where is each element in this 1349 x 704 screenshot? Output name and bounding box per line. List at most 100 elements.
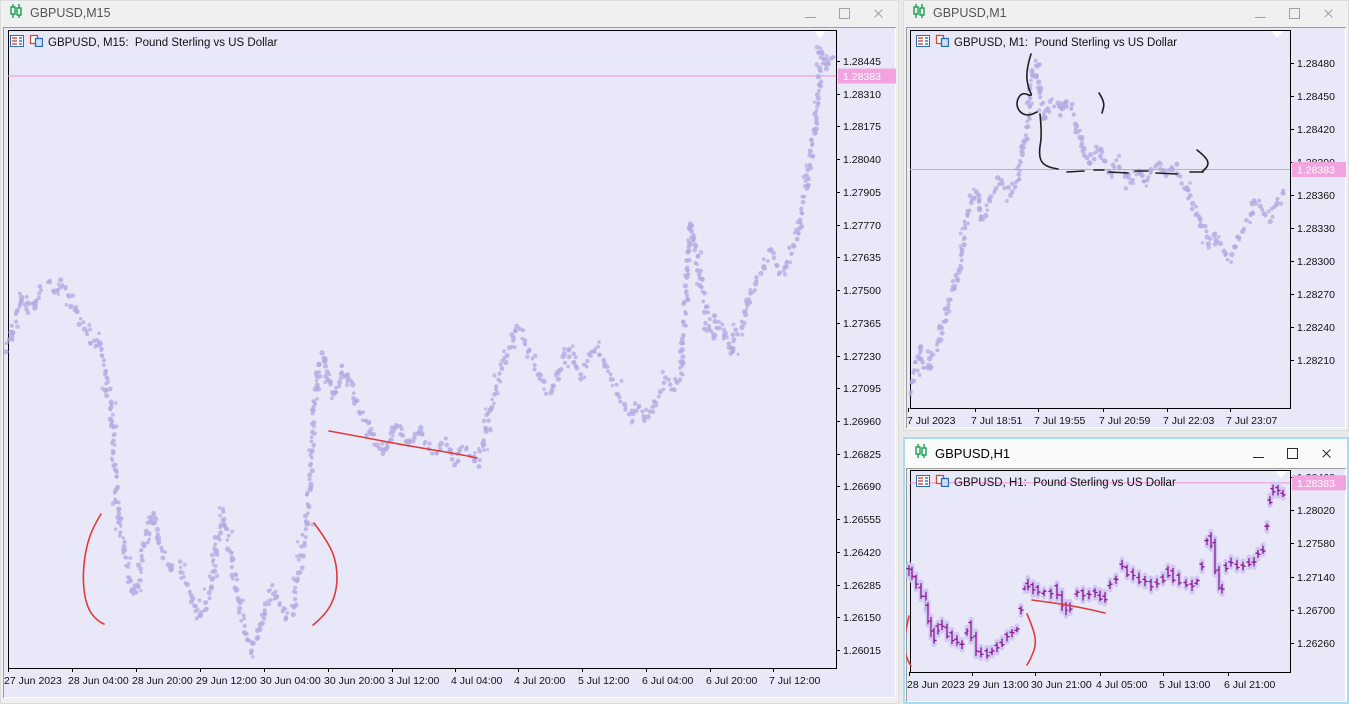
price-dot [88, 327, 93, 332]
pen-annotation-right-parenthesis[interactable] [312, 522, 338, 626]
price-dot [1025, 119, 1030, 124]
price-dot [52, 290, 57, 295]
minimize-button[interactable] [1243, 0, 1277, 26]
price-dot [109, 418, 114, 423]
price-dot [674, 379, 679, 384]
price-dot [1274, 200, 1280, 206]
price-dot [597, 352, 602, 358]
price-dot [259, 620, 265, 626]
price-dot [438, 440, 444, 447]
price-dot [761, 257, 766, 262]
price-dot [115, 484, 120, 489]
price-dot [147, 537, 152, 541]
price-dot [1204, 229, 1209, 234]
chart-legend: GBPUSD, M1: Pound Sterling vs US Dollar [916, 34, 1177, 52]
pen-annotation-dash-5[interactable] [1155, 172, 1178, 175]
price-dot [112, 490, 117, 495]
price-dot [813, 126, 819, 132]
price-dot [309, 429, 316, 435]
y-axis-label: 1.27635 [843, 252, 881, 264]
price-dot [1202, 223, 1208, 229]
pen-annotation-dash-1[interactable] [1066, 170, 1085, 173]
price-dot [268, 588, 273, 592]
chart-canvas-m1[interactable]: 1.284801.284501.284201.283901.283601.283… [906, 27, 1346, 428]
price-dot [344, 382, 350, 388]
price-dot [918, 344, 924, 349]
pen-annotation-right-arc[interactable] [1196, 149, 1209, 173]
pen-annotation-curly-squiggle[interactable] [1016, 53, 1038, 116]
price-dot [1240, 229, 1246, 235]
titlebar[interactable]: GBPUSD,M15 [0, 0, 899, 26]
price-dot [703, 320, 708, 326]
y-axis-label: 1.27140 [1297, 572, 1335, 584]
y-axis-label: 1.28480 [1297, 58, 1335, 70]
maximize-button[interactable] [827, 0, 861, 26]
price-dot [151, 521, 156, 526]
titlebar[interactable]: GBPUSD,M1 [903, 0, 1349, 26]
price-dot [483, 425, 489, 431]
chart-area[interactable]: 1.28445 1.28310 1.28175 1.28040 1.27905 1.277… [3, 27, 896, 698]
price-dot [103, 389, 108, 394]
chart-canvas-h1[interactable]: 1.284601.280201.275801.271401.267001.262… [906, 468, 1346, 702]
price-dot [306, 520, 310, 525]
price-dot [297, 558, 301, 562]
y-axis-label: 1.28210 [1297, 355, 1335, 367]
price-dot [814, 44, 820, 50]
price-dot [623, 407, 628, 412]
minimize-icon [1252, 456, 1264, 459]
price-dot [987, 198, 993, 204]
chart-area[interactable]: 1.284801.284501.284201.283901.283601.283… [906, 27, 1346, 428]
chart-legend-text: GBPUSD, M1: Pound Sterling vs US Dollar [954, 37, 1178, 49]
close-button[interactable] [1311, 0, 1345, 26]
price-dot [671, 387, 677, 392]
y-axis: 1.284801.284501.284201.283901.283601.283… [1290, 58, 1335, 367]
price-dot [430, 451, 435, 456]
pen-annotation-left-parenthesis[interactable] [82, 513, 105, 625]
maximize-button[interactable] [1275, 439, 1309, 467]
minimize-button[interactable] [1241, 439, 1275, 467]
y-axis: 1.28445 1.28310 1.28175 1.28040 1.27905 1.277… [836, 56, 881, 657]
price-dot [338, 376, 343, 381]
pen-annotation-small-arc[interactable] [1098, 92, 1105, 114]
price-dot [976, 205, 983, 211]
pen-annotation-dash-3[interactable] [1108, 171, 1129, 174]
price-dot [716, 320, 722, 325]
pen-annotation-right-parenthesis[interactable] [1026, 613, 1037, 666]
price-dot [984, 203, 989, 208]
price-dot [966, 221, 970, 226]
close-button[interactable] [861, 0, 895, 26]
price-dot [523, 338, 528, 343]
price-dot [771, 255, 777, 261]
price-dot [285, 611, 290, 615]
price-dot [513, 328, 518, 334]
price-dot [1130, 177, 1135, 183]
y-axis-label: 1.28020 [1297, 505, 1335, 517]
maximize-icon [1286, 447, 1298, 459]
chart-area[interactable]: 1.284601.280201.275801.271401.267001.262… [906, 468, 1346, 702]
chart-canvas-m15[interactable]: 1.28445 1.28310 1.28175 1.28040 1.27905 1.277… [3, 27, 896, 698]
price-dot [736, 352, 740, 356]
x-axis-label: 6 Jul 20:00 [706, 675, 758, 687]
price-dot [682, 299, 687, 305]
minimize-button[interactable] [793, 0, 827, 26]
price-dot [493, 387, 498, 392]
price-dot [650, 409, 656, 414]
price-dot [614, 391, 619, 396]
price-dot [212, 546, 218, 552]
chart-pages-icon [935, 34, 950, 52]
price-dot [1170, 167, 1175, 173]
price-dot [207, 596, 212, 601]
price-dot [685, 296, 690, 301]
price-dot [150, 516, 154, 521]
maximize-button[interactable] [1277, 0, 1311, 26]
price-dot [1163, 168, 1168, 173]
titlebar[interactable]: GBPUSD,H1 [905, 439, 1347, 467]
y-axis-label: 1.27095 [843, 383, 881, 395]
price-dot [1233, 244, 1238, 250]
y-axis-label: 1.27580 [1297, 538, 1335, 550]
close-button[interactable] [1309, 439, 1343, 467]
price-dot [136, 585, 141, 590]
price-dot [298, 570, 303, 575]
pen-annotation-squiggle-stem[interactable] [1038, 113, 1059, 170]
price-dot [303, 535, 308, 540]
